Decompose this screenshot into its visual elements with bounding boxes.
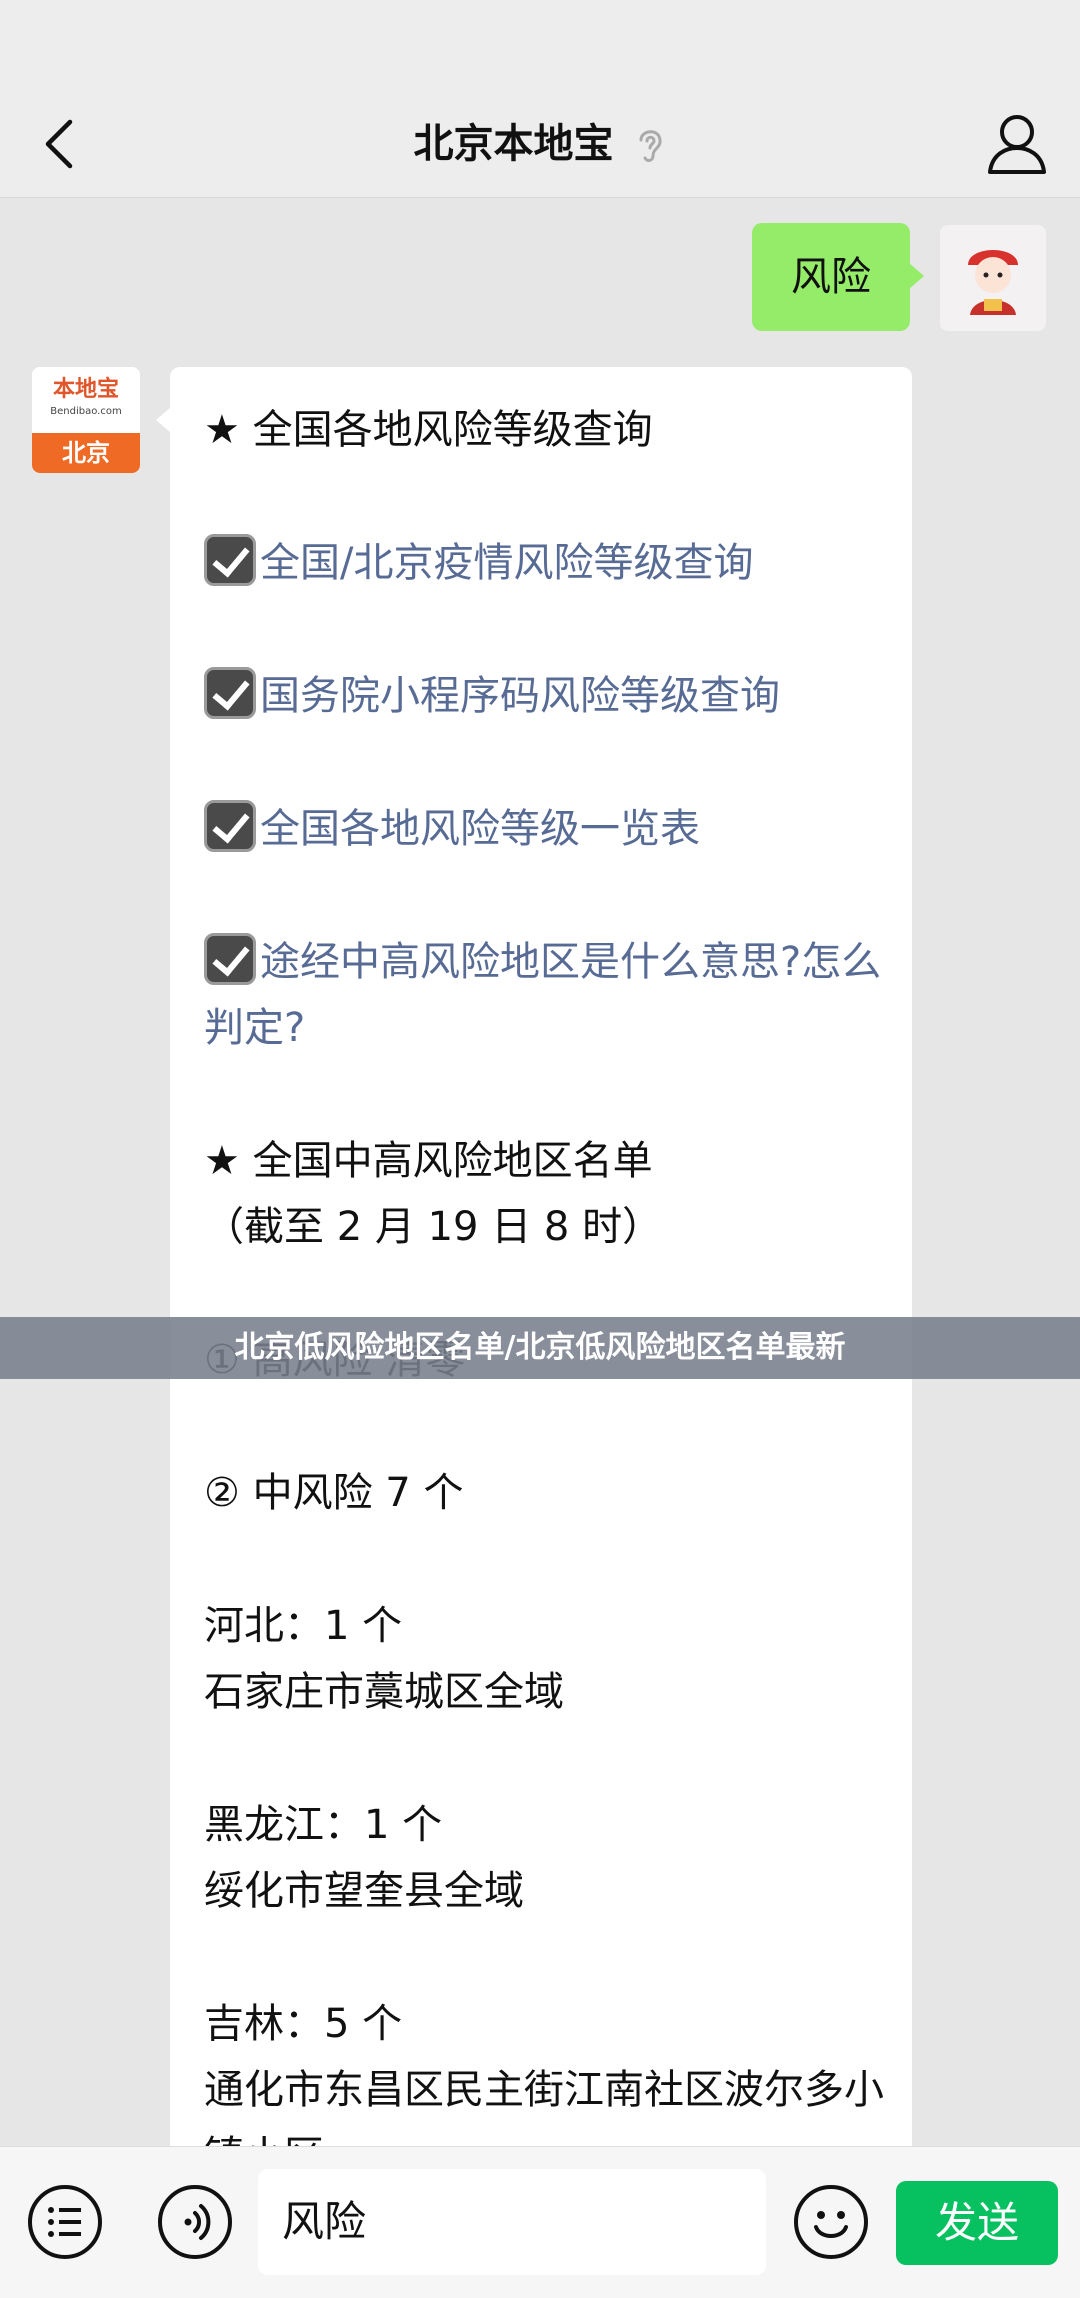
cartoon-avatar-icon [940,225,1046,331]
link-state-council-query[interactable]: 国务院小程序码风险等级查询 [204,663,878,729]
mid-risk-line: ② 中风险 7 个 [204,1470,464,1516]
section-heading: ★ 全国各地风险等级查询 [204,407,653,453]
province-count: 河北：1 个 [204,1603,403,1649]
message-input[interactable]: 风险 [258,2169,766,2275]
send-button[interactable]: 发送 [896,2181,1058,2265]
chat-title: 北京本地宝 [413,121,614,167]
checkbox-icon [204,667,256,719]
status-bar [0,0,1080,90]
list-icon [48,2207,81,2237]
menu-button[interactable] [28,2185,102,2259]
user-avatar[interactable] [940,225,1046,331]
logo-city: 北京 [32,433,140,473]
user-message-bubble[interactable]: 风险 [752,223,924,331]
province-count: 黑龙江：1 个 [204,1802,443,1848]
profile-button[interactable] [982,110,1052,178]
area-text: 石家庄市藁城区全域 [204,1669,564,1715]
emoji-button[interactable] [794,2185,868,2259]
link-national-beijing-query[interactable]: 全国/北京疫情风险等级查询 [204,530,878,596]
area-text: 通化市东昌区民主街江南社区波尔多小镇小区 [204,2067,884,2147]
date-note: （截至 2 月 19 日 8 时） [204,1204,663,1250]
overlay-banner: 北京低风险地区名单/北京低风险地区名单最新 [0,1317,1080,1379]
logo-text: 本地宝 [52,377,119,402]
chat-area[interactable]: 风险 本地宝 Bendibao.com 北京 ★ 全国各地风险等级查询 全国/北… [0,199,1080,2147]
checkbox-icon [204,800,256,852]
bot-message-bubble: ★ 全国各地风险等级查询 全国/北京疫情风险等级查询 国务院小程序码风险等级查询… [156,367,912,2147]
ear-icon [639,130,662,162]
logo-url: Bendibao.com [50,406,122,417]
area-text: 绥化市望奎县全域 [204,1868,524,1914]
link-risk-area-meaning[interactable]: 途经中高风险地区是什么意思?怎么判定? [204,929,884,1061]
bot-avatar[interactable]: 本地宝 Bendibao.com 北京 [32,367,140,473]
checkbox-icon [204,534,256,586]
checkbox-icon [204,933,256,985]
person-icon [988,115,1046,174]
province-count: 吉林：5 个 [204,2001,403,2047]
voice-button[interactable] [158,2185,232,2259]
chat-header: 北京本地宝 [0,90,1080,198]
voice-icon [184,2204,211,2240]
smiley-icon [814,2211,848,2238]
input-bar: 风险 发送 [0,2146,1080,2298]
section-heading: ★ 全国中高风险地区名单 [204,1138,653,1184]
link-risk-level-table[interactable]: 全国各地风险等级一览表 [204,796,878,862]
